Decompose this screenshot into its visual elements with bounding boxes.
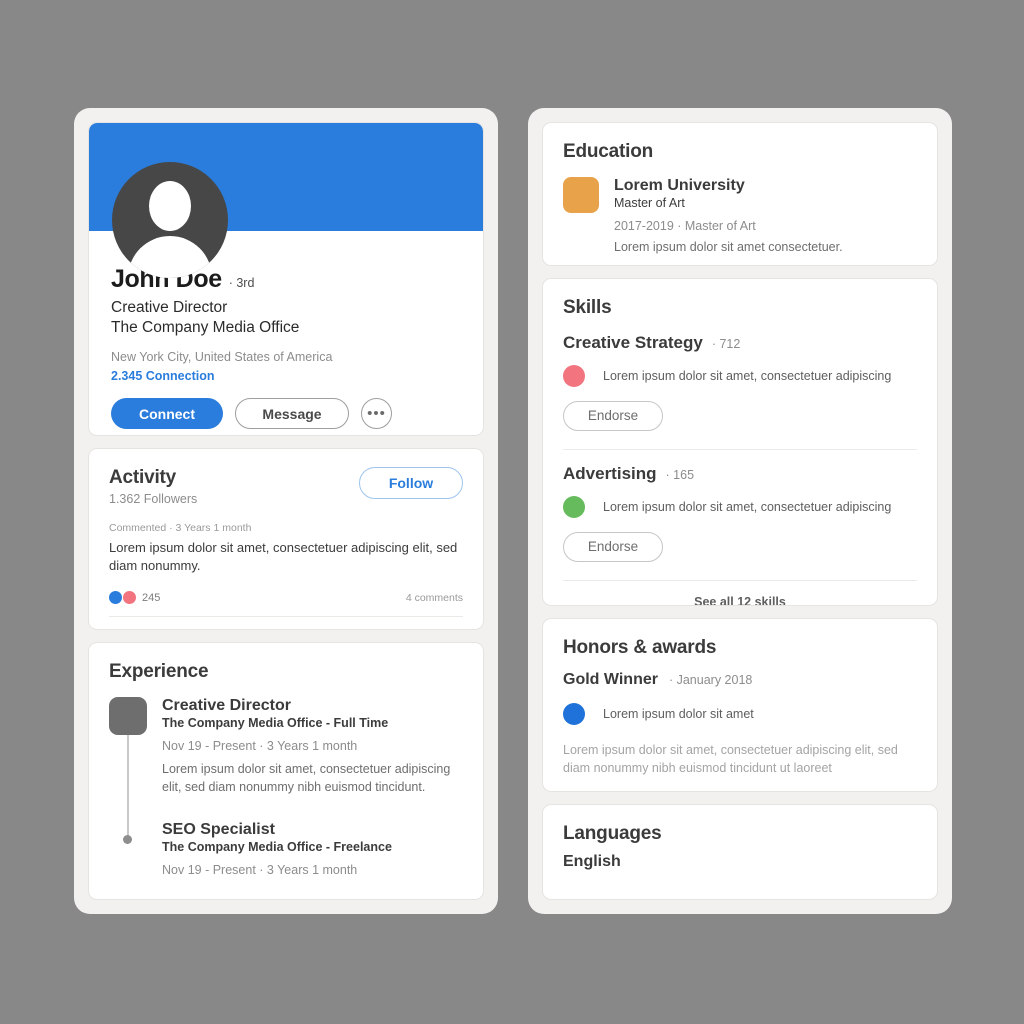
profile-header-card: John Doe · 3rd Creative Director The Com… [88, 122, 484, 437]
experience-role: Creative Director [162, 697, 291, 715]
experience-content: Experience Creative Director The Company… [89, 643, 483, 899]
endorse-button[interactable]: Endorse [563, 400, 663, 431]
experience-items: Creative Director The Company Media Offi… [162, 697, 463, 877]
profile-location: New York City, United States of America [111, 350, 333, 365]
education-card: Education Lorem University Master of Art… [542, 122, 938, 266]
experience-title: Experience [109, 661, 209, 683]
endorser-row: Lorem ipsum dolor sit amet, consectetuer… [563, 364, 917, 387]
skills-card: Skills Creative Strategy · 712 Lorem ips… [542, 277, 938, 606]
post-divider [109, 616, 463, 618]
experience-role: SEO Specialist [162, 820, 275, 838]
education-description: Lorem ipsum dolor sit amet consectetuer. [614, 240, 843, 254]
endorse-button[interactable]: Endorse [563, 531, 663, 562]
experience-description: Lorem ipsum dolor sit amet, consectetuer… [162, 762, 451, 794]
endorser-avatar-icon [563, 364, 585, 387]
profile-company: The Company Media Office [111, 319, 300, 337]
skills-title: Skills [563, 296, 612, 318]
skill-divider [563, 448, 917, 450]
education-school: Lorem University [614, 177, 745, 194]
experience-list: Creative Director The Company Media Offi… [109, 697, 463, 877]
avatar-head-icon [149, 181, 191, 231]
honors-content: Honors & awards Gold Winner · January 20… [543, 619, 937, 792]
endorser-text: Lorem ipsum dolor sit amet, consectetuer… [603, 499, 892, 514]
skill-name: Creative Strategy [563, 332, 703, 352]
activity-card: Activity 1.362 Followers Follow Commente… [88, 448, 484, 631]
post-footer: 245 4 comments [109, 591, 463, 605]
education-details: Lorem University Master of Art 2017-2019… [614, 177, 843, 254]
more-options-icon[interactable]: ••• [361, 398, 392, 430]
left-column: John Doe · 3rd Creative Director The Com… [74, 108, 498, 914]
love-icon [123, 591, 136, 605]
languages-content: Languages English [543, 805, 937, 899]
profile-headline: Creative Director The Company Media Offi… [111, 298, 461, 338]
list-item[interactable]: Creative Director The Company Media Offi… [162, 697, 463, 797]
skill-name: Advertising [563, 463, 657, 483]
education-degree: Master of Art [614, 196, 685, 210]
avatar[interactable] [112, 162, 228, 278]
skill-header: Advertising · 165 [563, 464, 917, 484]
issuer-avatar-icon [563, 702, 585, 725]
honors-card: Honors & awards Gold Winner · January 20… [542, 617, 938, 793]
language-item: English [563, 853, 621, 871]
school-logo-icon [563, 177, 599, 213]
honor-description: Lorem ipsum dolor sit amet, consectetuer… [563, 742, 898, 775]
follow-button[interactable]: Follow [359, 467, 463, 500]
message-button[interactable]: Message [235, 398, 349, 430]
comments-count[interactable]: 4 comments [406, 592, 463, 604]
education-years: 2017-2019 · Master of Art [614, 219, 756, 233]
experience-company: The Company Media Office - Full Time [162, 716, 389, 731]
honors-title: Honors & awards [563, 636, 717, 658]
connection-degree: · 3rd [228, 276, 255, 290]
company-logo-icon [109, 697, 147, 736]
experience-timeline [109, 697, 147, 877]
endorser-avatar-icon [563, 495, 585, 518]
list-item: Advertising · 165 Lorem ipsum dolor sit … [563, 464, 917, 581]
experience-dates: Nov 19 - Present · 3 Years 1 month [162, 862, 358, 877]
connections-link[interactable]: 2.345 Connection [111, 369, 461, 383]
experience-card: Experience Creative Director The Company… [88, 642, 484, 900]
profile-title: Creative Director [111, 299, 228, 316]
list-item[interactable]: SEO Specialist The Company Media Office … [162, 821, 463, 877]
skill-divider [563, 579, 917, 581]
reaction-count: 245 [142, 591, 161, 604]
right-column: Education Lorem University Master of Art… [528, 108, 952, 914]
skill-endorsement-count: · 165 [665, 467, 695, 482]
activity-title-group: Activity 1.362 Followers [109, 467, 197, 506]
skill-endorsement-count: · 712 [711, 336, 741, 351]
list-item: Creative Strategy · 712 Lorem ipsum dolo… [563, 333, 917, 450]
reaction-icons [109, 591, 136, 605]
avatar-body-icon [128, 236, 212, 278]
honor-header: Gold Winner · January 2018 [563, 671, 917, 689]
activity-content: Activity 1.362 Followers Follow Commente… [89, 449, 483, 629]
endorser-row: Lorem ipsum dolor sit amet, consectetuer… [563, 495, 917, 518]
skills-content: Skills Creative Strategy · 712 Lorem ips… [543, 279, 937, 605]
languages-card: Languages English [542, 804, 938, 901]
see-all-skills-link[interactable]: See all 12 skills [563, 595, 917, 605]
experience-dates: Nov 19 - Present · 3 Years 1 month [162, 739, 358, 754]
education-item[interactable]: Lorem University Master of Art 2017-2019… [563, 177, 917, 254]
honor-issuer: Lorem ipsum dolor sit amet [603, 706, 754, 721]
activity-title: Activity [109, 467, 177, 489]
honor-date: · January 2018 [668, 672, 753, 687]
timeline-dot-icon [123, 835, 132, 845]
honor-issuer-row: Lorem ipsum dolor sit amet [563, 702, 917, 725]
connect-button[interactable]: Connect [111, 398, 223, 430]
like-icon [109, 591, 122, 605]
endorser-text: Lorem ipsum dolor sit amet, consectetuer… [603, 368, 892, 383]
followers-count: 1.362 Followers [109, 492, 198, 507]
reactions[interactable]: 245 [109, 591, 161, 605]
languages-title: Languages [563, 823, 662, 845]
post-meta: Commented · 3 Years 1 month [109, 522, 252, 535]
profile-page: John Doe · 3rd Creative Director The Com… [0, 0, 1024, 1024]
skill-header: Creative Strategy · 712 [563, 333, 917, 353]
activity-header: Activity 1.362 Followers Follow [109, 467, 463, 506]
education-content: Education Lorem University Master of Art… [543, 123, 937, 265]
profile-actions: Connect Message ••• [111, 398, 461, 430]
experience-company: The Company Media Office - Freelance [162, 839, 392, 854]
timeline-line [127, 735, 129, 840]
post-body: Lorem ipsum dolor sit amet, consectetuer… [109, 540, 458, 574]
education-title: Education [563, 141, 654, 162]
honor-name: Gold Winner [563, 670, 658, 688]
